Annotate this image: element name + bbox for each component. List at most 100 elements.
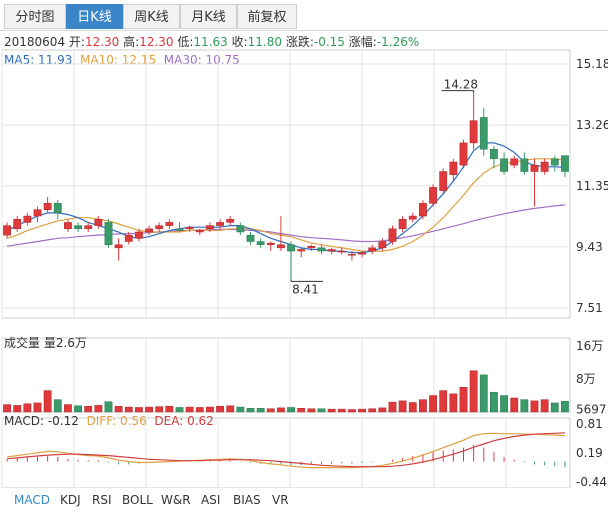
low-price-annotation: 8.41 — [292, 282, 319, 296]
volume-bar — [145, 406, 153, 413]
candle-body — [449, 161, 458, 175]
candle-body — [3, 225, 11, 236]
high-price-annotation: 14.28 — [444, 78, 478, 92]
candle-body — [490, 149, 498, 160]
candle-body — [540, 161, 549, 172]
candle-body — [337, 250, 346, 253]
dea-line — [7, 432, 565, 468]
candle-body — [550, 158, 559, 166]
indicator-tab-bias[interactable]: BIAS — [233, 493, 261, 507]
candle-body — [236, 225, 245, 233]
price-tick-label: 15.18 — [576, 57, 608, 71]
candle-body — [439, 171, 448, 191]
candle-body — [165, 222, 174, 226]
volume-bar — [368, 408, 377, 413]
candle-body — [408, 215, 417, 220]
indicator-tab-asi[interactable]: ASI — [201, 493, 220, 507]
diff-value: DIFF: 0.56 — [86, 414, 147, 428]
candle-body — [13, 218, 22, 230]
indicator-tab-wr[interactable]: W&R — [161, 493, 191, 507]
candle-body — [145, 228, 153, 233]
candle-body — [124, 234, 133, 242]
macd-legend: MACD: -0.12 DIFF: 0.56 DEA: 0.62 — [4, 414, 214, 428]
price-tick-label: 11.35 — [576, 179, 608, 193]
candle-body — [429, 187, 437, 204]
indicator-tab-boll[interactable]: BOLL — [122, 493, 153, 507]
indicator-tab-macd[interactable]: MACD — [14, 493, 50, 507]
candle-body — [358, 252, 366, 255]
candle-body — [469, 120, 478, 144]
indicator-tab-bar: MACD KDJ RSI BOLL W&R ASI BIAS VR — [0, 490, 608, 512]
volume-bar — [175, 407, 184, 413]
candle-body — [368, 247, 377, 252]
macd-tick-label: 0.81 — [576, 417, 603, 431]
volume-bar — [94, 405, 103, 413]
volume-bar — [297, 408, 306, 413]
volume-bar — [469, 370, 478, 413]
indicator-tab-rsi[interactable]: RSI — [92, 493, 112, 507]
candle-body — [510, 158, 519, 166]
volume-bar — [317, 408, 326, 413]
candle-body — [277, 244, 285, 249]
volume-bar — [530, 400, 539, 413]
volume-bar — [53, 399, 62, 413]
volume-bar — [378, 407, 387, 413]
candle-body — [388, 228, 397, 242]
volume-bar — [13, 405, 22, 413]
candle-body — [195, 230, 204, 233]
candle-body — [246, 234, 255, 242]
volume-bar — [165, 405, 174, 413]
volume-bar — [256, 408, 265, 413]
volume-bar — [439, 390, 448, 413]
indicator-tab-vr[interactable]: VR — [272, 493, 289, 507]
candle-body — [94, 218, 103, 226]
candle-body — [307, 246, 316, 249]
volume-bar — [155, 406, 164, 413]
volume-bar — [449, 393, 458, 413]
volume-bar — [419, 399, 427, 413]
candle-body — [419, 203, 427, 217]
volume-bar — [124, 406, 133, 413]
volume-bar — [23, 403, 32, 413]
volume-bar — [348, 409, 356, 413]
volume-bar — [550, 402, 559, 413]
volume-bar — [337, 408, 346, 413]
candle-body — [348, 253, 356, 256]
price-tick-label: 13.26 — [576, 118, 608, 132]
candle-body — [43, 203, 52, 210]
volume-bar — [74, 405, 82, 413]
candle-body — [317, 247, 326, 252]
candle-body — [287, 244, 295, 252]
candle-body — [561, 155, 569, 172]
volume-bar — [398, 400, 407, 413]
candle-body — [327, 249, 336, 252]
volume-bar — [510, 397, 519, 413]
indicator-tab-kdj[interactable]: KDJ — [60, 493, 81, 507]
candle-body — [500, 158, 508, 172]
volume-bar — [135, 407, 143, 413]
candle-body — [398, 218, 407, 230]
candle-body — [479, 117, 488, 150]
macd-tick-label: -0.44 — [576, 475, 607, 488]
volume-bar — [216, 405, 224, 413]
macd-value: MACD: -0.12 — [4, 414, 79, 428]
candle-body — [378, 241, 387, 249]
volume-bar — [459, 387, 468, 413]
volume-bar — [84, 405, 93, 413]
candle-body — [175, 228, 184, 231]
candle-body — [84, 225, 93, 230]
candle-body — [297, 249, 306, 252]
volume-bar — [33, 402, 42, 413]
candle-body — [114, 244, 123, 249]
candle-body — [53, 203, 62, 214]
candle-body — [135, 231, 143, 239]
candle-body — [104, 222, 113, 245]
volume-bar — [236, 406, 245, 413]
volume-bar — [185, 406, 194, 413]
volume-label: 成交量 量2.6万 — [4, 336, 87, 350]
volume-bar — [408, 402, 417, 413]
volume-bar — [104, 401, 113, 413]
candle-body — [23, 215, 32, 223]
pane-frame — [1, 417, 571, 488]
macd-tick-label: 0.19 — [576, 446, 603, 460]
